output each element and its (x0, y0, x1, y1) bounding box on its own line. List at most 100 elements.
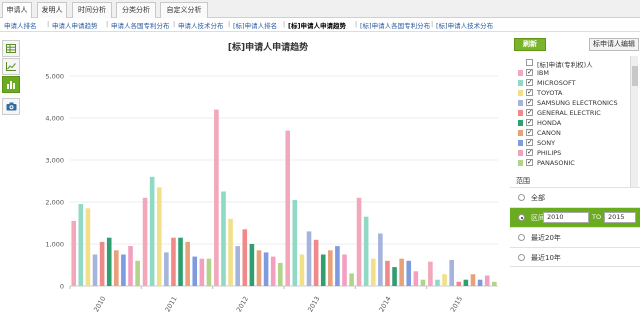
bar-chart-view-button[interactable] (2, 76, 20, 93)
bar[interactable] (484, 275, 490, 287)
applicant-checkbox[interactable] (526, 108, 533, 116)
tab-applicant[interactable]: 申请人 (2, 2, 32, 19)
applicant-list-item[interactable]: SONY (518, 138, 638, 148)
bar[interactable] (114, 250, 119, 286)
bar[interactable] (406, 260, 412, 286)
bar[interactable] (142, 197, 148, 286)
bar[interactable] (449, 259, 454, 286)
applicant-checkbox[interactable] (526, 148, 533, 156)
bar[interactable] (221, 191, 226, 287)
tab-custom-analysis[interactable]: 自定义分析 (160, 2, 208, 18)
bar[interactable] (442, 274, 447, 286)
edit-applicant-button[interactable]: 标申请人编辑 (589, 38, 639, 51)
refresh-button[interactable]: 刷新 (514, 38, 546, 51)
bar[interactable] (299, 254, 305, 287)
table-view-button[interactable] (2, 40, 20, 57)
bar[interactable] (85, 208, 91, 286)
bar[interactable] (328, 250, 333, 286)
applicant-list-scrollbar[interactable] (630, 56, 638, 206)
bar[interactable] (99, 241, 105, 286)
bar[interactable] (285, 130, 291, 286)
radio-last20[interactable] (518, 234, 525, 241)
applicant-list-item[interactable]: IBM (518, 68, 638, 78)
bar[interactable] (413, 271, 419, 286)
applicant-checkbox[interactable] (526, 128, 533, 136)
applicant-list-item[interactable]: SAMSUNG ELECTRONICS (518, 98, 638, 108)
bar[interactable] (263, 252, 269, 286)
select-all-checkbox[interactable] (526, 59, 533, 66)
range-option-interval[interactable]: 区间 2010 TO 2015 (510, 207, 640, 227)
applicant-list-item[interactable]: PHILIPS (518, 148, 638, 158)
bar[interactable] (370, 258, 376, 286)
applicant-checkbox[interactable] (526, 78, 533, 86)
bar[interactable] (477, 279, 483, 286)
subtab-std-applicant-country-distribution[interactable]: [标]申请人各国专利分布 (360, 20, 430, 30)
bar[interactable] (78, 204, 84, 286)
bar[interactable] (277, 262, 283, 286)
bar[interactable] (206, 258, 212, 286)
range-option-last10[interactable]: 最近10年 (510, 247, 640, 267)
bar[interactable] (491, 281, 497, 286)
radio-all[interactable] (518, 194, 525, 201)
bar[interactable] (270, 256, 276, 286)
bar[interactable] (156, 187, 162, 286)
bar[interactable] (106, 237, 112, 286)
subtab-std-applicant-tech-distribution[interactable]: [标]申请人技术分布 (436, 20, 493, 30)
bar[interactable] (192, 256, 198, 286)
bar[interactable] (335, 246, 340, 286)
applicant-list-item[interactable]: PANASONIC (518, 158, 638, 168)
applicant-checkbox[interactable] (526, 98, 533, 106)
bar[interactable] (178, 237, 183, 286)
applicant-list-item[interactable]: CANON (518, 128, 638, 138)
applicant-checkbox[interactable] (526, 138, 533, 146)
bar[interactable] (435, 279, 440, 286)
scrollbar-thumb[interactable] (632, 66, 638, 86)
subtab-applicant-tech-distribution[interactable]: 申请人技术分布 (178, 20, 224, 30)
subtab-applicant-ranking[interactable]: 申请人排名 (4, 20, 37, 30)
bar[interactable] (385, 260, 390, 286)
applicant-checkbox[interactable] (526, 68, 533, 76)
bar[interactable] (235, 246, 240, 286)
bar[interactable] (214, 109, 219, 286)
bar[interactable] (228, 218, 233, 286)
subtab-applicant-country-distribution[interactable]: 申请人各国专利分布 (111, 20, 170, 30)
bar[interactable] (185, 241, 190, 286)
applicant-checkbox[interactable] (526, 88, 533, 96)
bar[interactable] (292, 199, 298, 286)
subtab-std-applicant-ranking[interactable]: [标]申请人排名 (233, 20, 277, 30)
bar[interactable] (249, 244, 255, 286)
bar[interactable] (399, 258, 404, 286)
bar[interactable] (392, 267, 397, 286)
applicant-list-item[interactable]: HONDA (518, 118, 638, 128)
to-year-input[interactable]: 2015 (604, 212, 636, 223)
line-chart-view-button[interactable] (2, 58, 20, 75)
applicant-list-item[interactable]: TOYOTA (518, 88, 638, 98)
bar[interactable] (171, 237, 176, 286)
applicant-checkbox[interactable] (526, 118, 533, 126)
snapshot-button[interactable] (2, 98, 20, 115)
radio-interval[interactable] (518, 214, 525, 221)
applicant-list-item[interactable]: MICROSOFT (518, 78, 638, 88)
bar[interactable] (71, 220, 77, 286)
bar[interactable] (92, 254, 98, 287)
bar[interactable] (470, 274, 476, 286)
bar[interactable] (420, 279, 426, 286)
subtab-applicant-trend[interactable]: 申请人申请趋势 (52, 20, 98, 30)
applicant-checkbox[interactable] (526, 158, 533, 166)
tab-inventor[interactable]: 发明人 (37, 2, 67, 18)
applicant-list-item[interactable]: GENERAL ELECTRIC (518, 108, 638, 118)
bar[interactable] (456, 281, 462, 286)
bar[interactable] (121, 254, 126, 287)
bar[interactable] (378, 233, 383, 287)
bar[interactable] (242, 229, 248, 286)
tab-time-analysis[interactable]: 时间分析 (72, 2, 112, 18)
bar[interactable] (320, 254, 326, 287)
subtab-std-applicant-trend[interactable]: [标]申请人申请趋势 (288, 20, 346, 30)
bar[interactable] (463, 279, 469, 286)
radio-last10[interactable] (518, 254, 525, 261)
bar[interactable] (199, 258, 205, 286)
tab-classification-analysis[interactable]: 分类分析 (116, 2, 156, 18)
from-year-input[interactable]: 2010 (543, 212, 589, 223)
bar[interactable] (128, 246, 133, 286)
bar[interactable] (313, 239, 319, 286)
